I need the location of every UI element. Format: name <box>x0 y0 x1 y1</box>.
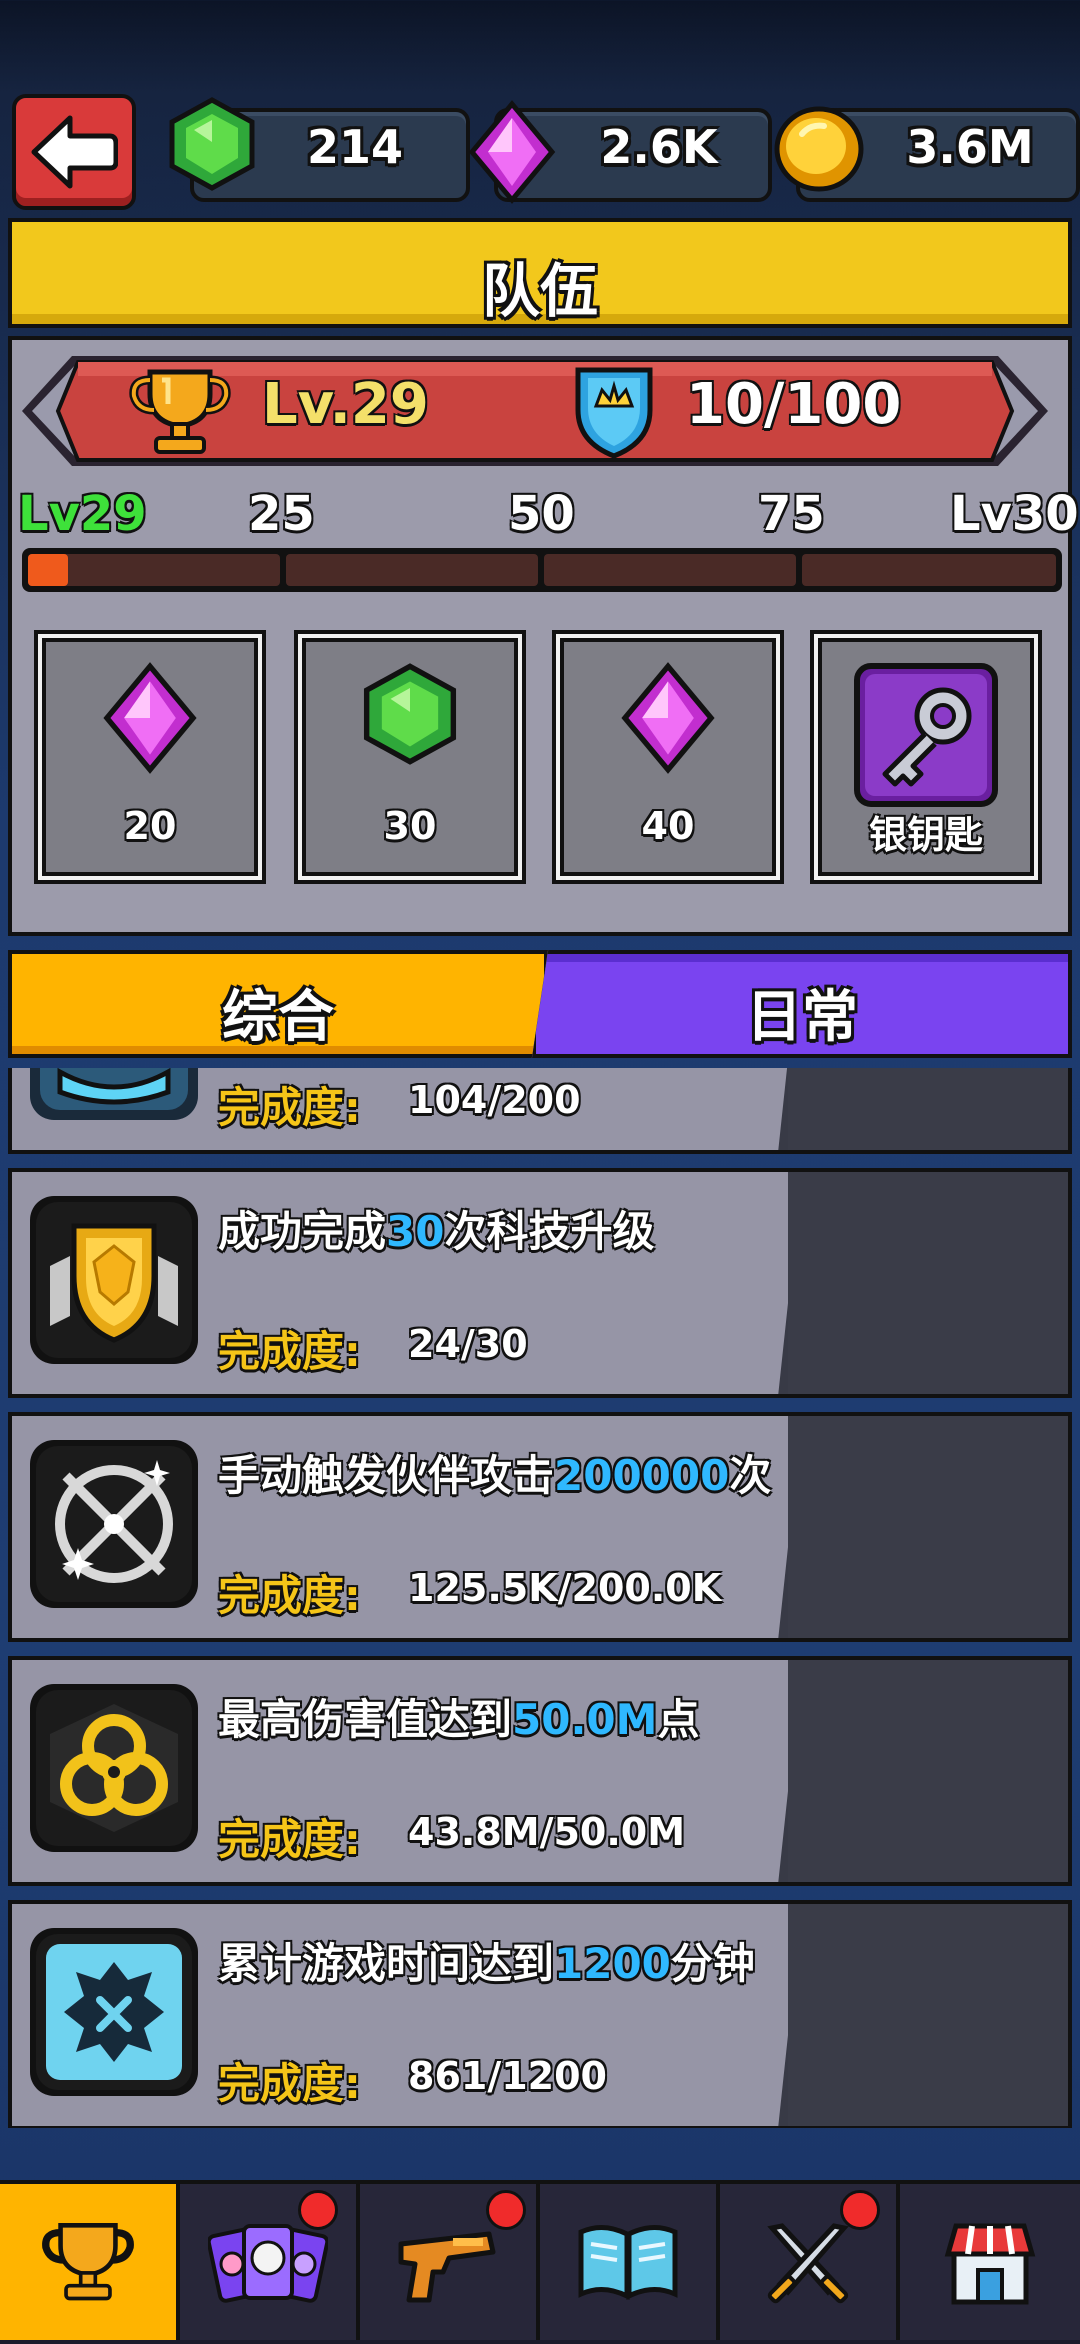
crown-shield-icon <box>572 360 656 464</box>
tab-daily-label: 日常 <box>746 985 858 1050</box>
progress-segment <box>802 554 1056 586</box>
reward-tier-2[interactable]: 30 <box>294 630 526 884</box>
notification-badge <box>486 2190 526 2230</box>
quest-item[interactable]: 手动触发伙伴攻击200000次 完成度: 125.5K/200.0K <box>8 1412 1072 1642</box>
milestone-end: Lv30 <box>950 486 1079 542</box>
quest-progress-value: 43.8M/50.0M <box>408 1810 686 1854</box>
book-icon <box>540 2218 716 2304</box>
reward-amount: 30 <box>383 804 437 848</box>
progress-segment <box>286 554 538 586</box>
team-progress-bar <box>22 548 1062 592</box>
progress-fill <box>28 554 68 586</box>
notification-badge <box>298 2190 338 2230</box>
crosshair-icon <box>30 1440 198 1608</box>
green-gem-icon <box>164 96 260 196</box>
nav-codex[interactable] <box>540 2184 720 2340</box>
team-points: 10/100 <box>686 372 902 437</box>
milestone-25: 25 <box>248 486 315 542</box>
quest-progress-value: 861/1200 <box>408 2054 607 2098</box>
pink-crystal-icon <box>466 100 558 208</box>
quest-progress-label: 完成度: <box>218 1327 361 1376</box>
pink-crystal-icon <box>556 662 780 774</box>
gold-shield-icon <box>30 1196 198 1364</box>
quest-item[interactable]: 完成度: 104/200 <box>8 1068 1072 1154</box>
blue-emblem-icon <box>30 1068 198 1120</box>
pink-crystal-icon <box>38 662 262 774</box>
milestone-start: Lv29 <box>18 486 147 542</box>
crossed-swords-icon <box>720 2218 896 2314</box>
quest-item[interactable]: 成功完成30次科技升级 完成度: 24/30 <box>8 1168 1072 1398</box>
quest-progress-label: 完成度: <box>218 1571 361 1620</box>
nav-quests[interactable] <box>0 2184 180 2340</box>
hero-cards-icon <box>180 2218 356 2314</box>
biohazard-icon <box>30 1684 198 1852</box>
tab-daily[interactable]: 日常 <box>532 950 1072 1058</box>
emerald-value: 214 <box>306 120 404 174</box>
milestone-75: 75 <box>758 486 825 542</box>
back-button[interactable] <box>12 94 136 210</box>
quest-list[interactable]: 完成度: 104/200 成功完成30次科技升级 完成度: 24/30 手动触发… <box>0 1068 1080 2128</box>
quest-progress-value: 125.5K/200.0K <box>408 1566 722 1610</box>
quest-progress-value: 24/30 <box>408 1322 528 1366</box>
quest-item[interactable]: 累计游戏时间达到1200分钟 完成度: 861/1200 <box>8 1900 1072 2128</box>
team-level: Lv.29 <box>262 372 429 437</box>
quest-title: 最高伤害值达到50.0M点 <box>218 1695 700 1744</box>
gold-value: 3.6M <box>906 120 1034 174</box>
tab-general[interactable]: 综合 <box>8 950 548 1058</box>
quest-item[interactable]: 最高伤害值达到50.0M点 完成度: 43.8M/50.0M <box>8 1656 1072 1886</box>
reward-tier-4[interactable]: 银钥匙 <box>810 630 1042 884</box>
back-arrow-icon <box>31 115 118 189</box>
notification-badge <box>840 2190 880 2230</box>
reward-name: 银钥匙 <box>868 813 983 857</box>
green-gem-icon <box>298 662 522 766</box>
progress-segment <box>544 554 796 586</box>
title-bar: 队伍 <box>8 218 1072 328</box>
progress-segment <box>28 554 280 586</box>
quest-progress-label: 完成度: <box>218 1815 361 1864</box>
milestone-50: 50 <box>508 486 575 542</box>
pistol-icon <box>360 2218 536 2308</box>
quest-progress-label: 完成度: <box>218 1083 361 1132</box>
gold-coin-icon <box>772 104 866 198</box>
quest-title: 手动触发伙伴攻击200000次 <box>218 1451 772 1500</box>
crystal-value: 2.6K <box>600 120 718 174</box>
quest-progress-value: 104/200 <box>408 1078 581 1122</box>
clock-x-icon <box>30 1928 198 2096</box>
page-title: 队伍 <box>481 257 598 325</box>
quest-title: 成功完成30次科技升级 <box>218 1207 655 1256</box>
nav-shop[interactable] <box>900 2184 1080 2340</box>
shop-icon <box>900 2218 1080 2308</box>
reward-amount: 20 <box>123 804 177 848</box>
tab-general-label: 综合 <box>222 985 334 1050</box>
quest-progress-label: 完成度: <box>218 2059 361 2108</box>
reward-amount: 40 <box>641 804 695 848</box>
reward-tier-1[interactable]: 20 <box>34 630 266 884</box>
trophy-icon <box>0 2218 176 2304</box>
quest-title: 累计游戏时间达到1200分钟 <box>218 1939 755 1988</box>
trophy-icon <box>128 364 232 462</box>
silver-key-icon <box>814 662 1038 812</box>
reward-tier-3[interactable]: 40 <box>552 630 784 884</box>
